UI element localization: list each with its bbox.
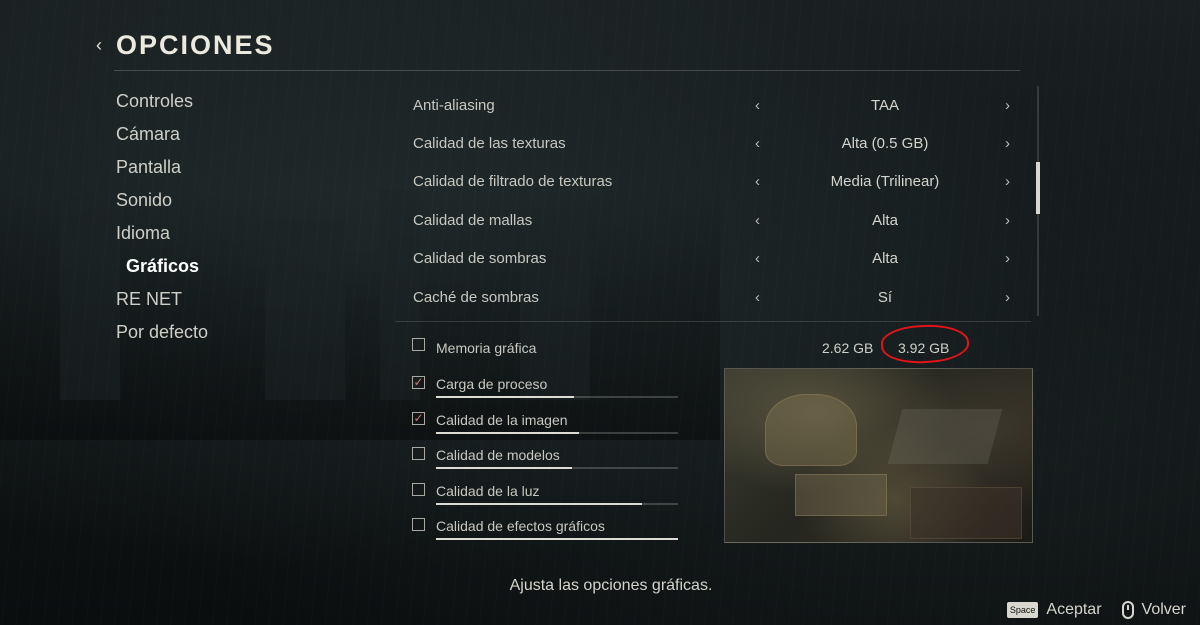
settings-list: Anti-aliasing ‹ TAA › Calidad de las tex… [413, 86, 1023, 316]
header: ‹ OPCIONES [96, 30, 275, 61]
chevron-right-icon[interactable]: › [1005, 97, 1010, 114]
sidebar-item-sonido[interactable]: Sonido [116, 187, 208, 220]
load-label: Calidad de modelos [436, 447, 560, 464]
setting-label: Anti-aliasing [413, 96, 495, 114]
setting-label: Caché de sombras [413, 288, 539, 306]
setting-label: Calidad de mallas [413, 211, 533, 229]
load-label: Carga de proceso [436, 376, 548, 392]
chevron-right-icon[interactable]: › [1005, 173, 1010, 190]
load-item: Calidad de efectos gráficos [412, 516, 682, 552]
setting-row-texture-filtering[interactable]: Calidad de filtrado de texturas ‹ Media … [413, 163, 1023, 201]
memory-label: Memoria gráfica [436, 340, 537, 356]
load-list: ✓ Carga de proceso ✓ Calidad de la image… [412, 374, 682, 552]
load-item: ✓ Calidad de la imagen [412, 410, 682, 446]
sidebar: Controles Cámara Pantalla Sonido Idioma … [116, 88, 208, 352]
load-bar-fill [436, 538, 678, 541]
load-bar [436, 396, 678, 398]
space-key-icon: Space [1006, 602, 1039, 618]
sidebar-item-por-defecto[interactable]: Por defecto [116, 319, 208, 352]
load-item: Calidad de modelos [412, 445, 682, 481]
setting-row-texture-quality[interactable]: Calidad de las texturas ‹ Alta (0.5 GB) … [413, 124, 1023, 162]
footer-controls: Space Aceptar Volver [1006, 601, 1186, 619]
memory-row: Memoria gráfica 2.62 GB 3.92 GB [412, 322, 1012, 366]
chevron-right-icon[interactable]: › [1005, 250, 1010, 267]
setting-value: Alta (0.5 GB) [841, 135, 929, 153]
memory-checkbox[interactable] [412, 338, 425, 351]
load-bar [436, 538, 678, 541]
setting-row-shadow-cache[interactable]: Caché de sombras ‹ Sí › [413, 278, 1023, 316]
chevron-left-icon[interactable]: ‹ [755, 289, 760, 306]
preview-shape [795, 474, 887, 516]
load-bar [436, 431, 678, 434]
scrollbar-thumb[interactable] [1036, 162, 1040, 214]
sidebar-item-re-net[interactable]: RE NET [116, 286, 208, 319]
sidebar-item-pantalla[interactable]: Pantalla [116, 154, 208, 187]
chevron-left-icon[interactable]: ‹ [755, 97, 760, 114]
back-button[interactable]: Volver [1142, 601, 1186, 619]
load-bar [436, 502, 678, 505]
memory-used-value: 2.62 GB [822, 340, 874, 356]
accept-button[interactable]: Aceptar [1046, 601, 1101, 619]
setting-value: Alta [872, 250, 898, 268]
chevron-right-icon[interactable]: › [1005, 135, 1010, 152]
setting-row-mesh-quality[interactable]: Calidad de mallas ‹ Alta › [413, 201, 1023, 239]
load-checkbox[interactable] [412, 447, 425, 461]
load-checkbox[interactable] [412, 518, 425, 532]
page-title: OPCIONES [116, 30, 275, 60]
load-item: Calidad de la luz [412, 481, 682, 517]
chevron-left-icon[interactable]: ‹ [755, 135, 760, 152]
preview-shape [887, 409, 1003, 464]
load-bar [436, 467, 678, 470]
setting-row-shadow-quality[interactable]: Calidad de sombras ‹ Alta › [413, 240, 1023, 278]
load-checkbox[interactable] [412, 482, 425, 496]
chevron-left-icon[interactable]: ‹ [755, 173, 760, 190]
setting-label: Calidad de sombras [413, 250, 547, 268]
load-bar-fill [436, 396, 574, 398]
load-label: Calidad de la imagen [436, 411, 568, 428]
load-bar-fill [436, 502, 642, 505]
load-bar-fill [436, 431, 579, 434]
load-checkbox[interactable]: ✓ [412, 411, 425, 425]
load-label: Calidad de efectos gráficos [436, 518, 605, 535]
load-label: Calidad de la luz [436, 482, 540, 499]
load-bar-fill [436, 467, 572, 470]
preview-shape [765, 394, 857, 466]
load-checkbox[interactable]: ✓ [412, 376, 425, 389]
setting-label: Calidad de las texturas [413, 135, 566, 153]
sidebar-item-camara[interactable]: Cámara [116, 121, 208, 154]
chevron-right-icon[interactable]: › [1005, 289, 1010, 306]
preview-shape [910, 487, 1022, 539]
setting-value: Sí [877, 288, 893, 306]
chevron-left-icon[interactable]: ‹ [96, 35, 108, 56]
chevron-left-icon[interactable]: ‹ [755, 250, 760, 267]
chevron-left-icon[interactable]: ‹ [755, 212, 760, 229]
mouse-icon [1121, 601, 1134, 619]
setting-value: Alta [872, 211, 898, 229]
chevron-right-icon[interactable]: › [1005, 212, 1010, 229]
settings-divider [395, 321, 1031, 322]
load-item: ✓ Carga de proceso [412, 374, 682, 410]
header-divider [114, 70, 1020, 71]
setting-value: Media (Trilinear) [830, 173, 940, 191]
sidebar-item-graficos[interactable]: Gráficos [116, 253, 208, 286]
sidebar-item-controles[interactable]: Controles [116, 88, 208, 121]
setting-value: TAA [870, 96, 900, 114]
sidebar-item-idioma[interactable]: Idioma [116, 220, 208, 253]
setting-row-anti-aliasing[interactable]: Anti-aliasing ‹ TAA › [413, 86, 1023, 124]
graphics-preview-image [724, 368, 1033, 543]
option-description: Ajusta las opciones gráficas. [509, 577, 713, 594]
setting-label: Calidad de filtrado de texturas [413, 173, 613, 191]
